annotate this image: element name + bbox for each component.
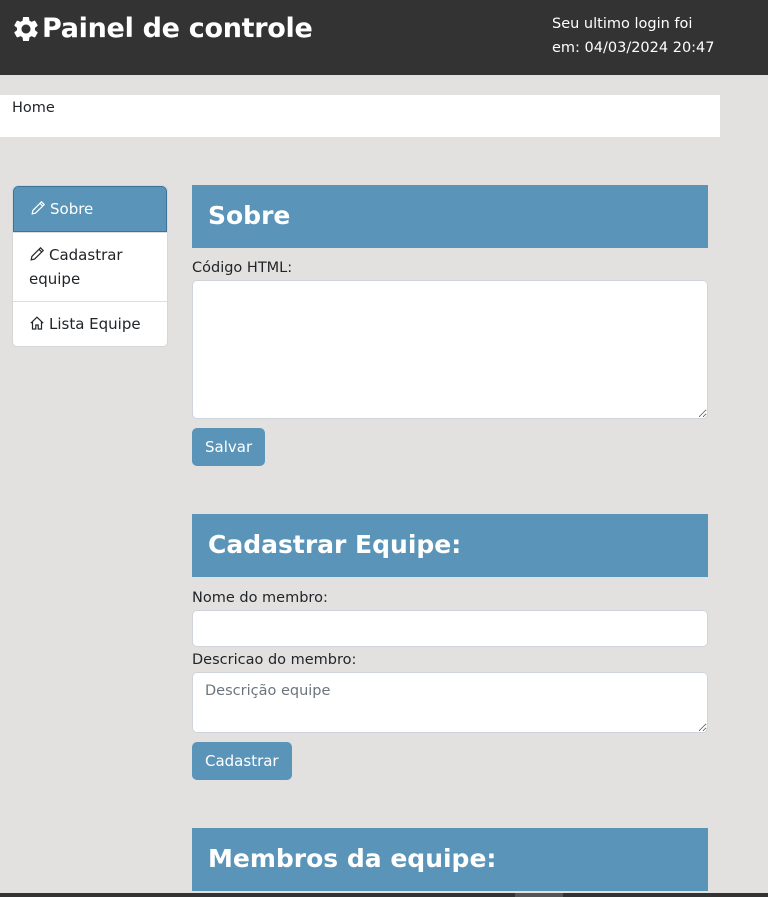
- save-button[interactable]: Salvar: [192, 428, 266, 466]
- member-name-label: Nome do membro:: [192, 590, 328, 606]
- last-login-line1: Seu ultimo login foi: [552, 16, 693, 32]
- sobre-header: Sobre: [192, 185, 708, 248]
- side-menu: Sobre Cadastrar equipe Lista Equipe: [12, 185, 168, 347]
- member-name-input[interactable]: [192, 610, 708, 647]
- sidebar-item-lista-equipe[interactable]: Lista Equipe: [13, 301, 167, 346]
- member-description-textarea[interactable]: [192, 672, 708, 733]
- brand-title: Painel de controle: [42, 13, 313, 44]
- breadcrumb: Home: [0, 95, 720, 137]
- scrollbar-thumb[interactable]: [515, 893, 563, 897]
- breadcrumb-home[interactable]: Home: [12, 100, 55, 116]
- sidebar-item-cadastrar-equipe[interactable]: Cadastrar equipe: [13, 232, 167, 301]
- member-description-label: Descricao do membro:: [192, 652, 357, 668]
- cadastrar-equipe-header: Cadastrar Equipe:: [192, 514, 708, 577]
- register-button[interactable]: Cadastrar: [192, 742, 292, 780]
- last-login-info: Seu ultimo login foi em: 04/03/2024 20:4…: [552, 12, 715, 60]
- brand[interactable]: Painel de controle: [11, 13, 313, 44]
- gear-icon: [11, 14, 41, 44]
- html-code-textarea[interactable]: [192, 280, 708, 419]
- pencil-icon: [30, 200, 46, 216]
- house-icon: [29, 315, 45, 331]
- pencil-icon: [29, 246, 45, 262]
- team-members-header: Membros da equipe:: [192, 828, 708, 891]
- sidebar-item-label: Sobre: [50, 200, 94, 218]
- sidebar-item-sobre[interactable]: Sobre: [13, 186, 167, 232]
- html-code-label: Código HTML:: [192, 260, 293, 276]
- last-login-line2: em: 04/03/2024 20:47: [552, 40, 715, 56]
- horizontal-scrollbar[interactable]: [0, 893, 768, 897]
- top-navbar: Painel de controle Seu ultimo login foi …: [0, 0, 768, 75]
- sidebar-item-label: Lista Equipe: [49, 315, 141, 333]
